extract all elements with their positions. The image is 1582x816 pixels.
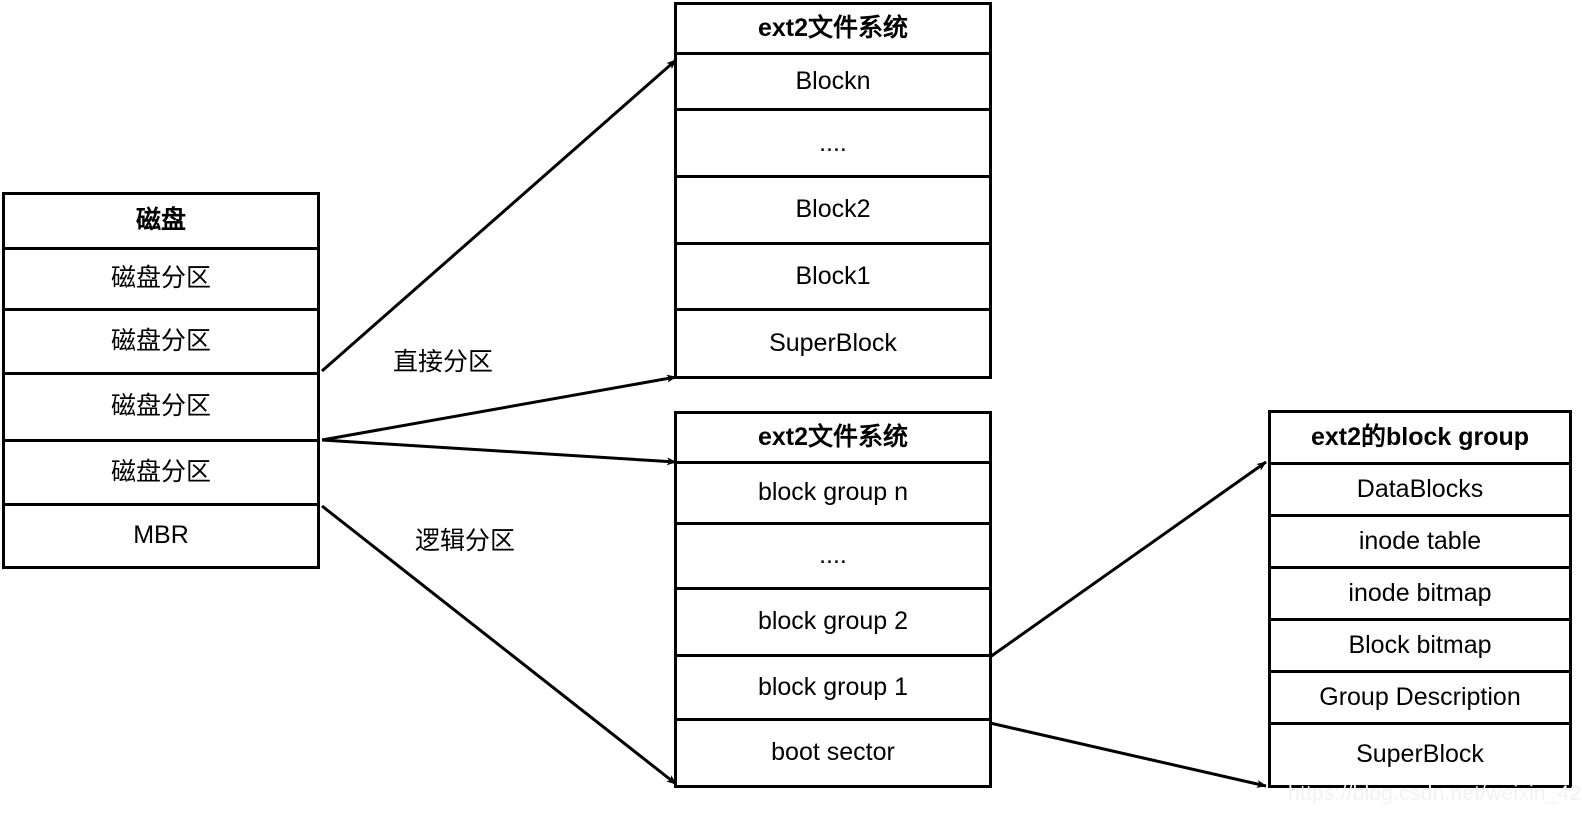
group-description-row: Group Description (1271, 673, 1569, 725)
disk-mbr-row: MBR (5, 506, 317, 566)
disk-partition-row-4: 磁盘分区 (5, 442, 317, 507)
block-group-row-ellipsis: .... (677, 525, 989, 591)
disk-partition-row-3: 磁盘分区 (5, 374, 317, 442)
block-group-detail-header: ext2的block group (1271, 413, 1569, 465)
direct-partition-label: 直接分区 (393, 348, 494, 376)
ext2-block-row-2: Block2 (677, 178, 989, 246)
inode-bitmap-row: inode bitmap (1271, 569, 1569, 621)
ext2-block-row-ellipsis: .... (677, 111, 989, 179)
ext2-block-row-n: Blockn (677, 55, 989, 112)
superblock-row: SuperBlock (1271, 725, 1569, 785)
connector-groups-to-blockgroup-upper (989, 460, 1267, 659)
ext2-groups-box-header: ext2文件系统 (677, 414, 989, 465)
logical-partition-label: 逻辑分区 (415, 527, 516, 555)
ext2-groups-box: ext2文件系统 block group n .... block group … (674, 411, 992, 788)
block-bitmap-row: Block bitmap (1271, 621, 1569, 673)
connector-disk-to-ext2-blocks (321, 58, 677, 373)
disk-box-header: 磁盘 (5, 195, 317, 250)
ext2-block-row-1: Block1 (677, 245, 989, 312)
ext2-superblock-row: SuperBlock (677, 311, 989, 376)
disk-partition-row-1: 磁盘分区 (5, 249, 317, 312)
datablocks-row: DataBlocks (1271, 465, 1569, 517)
block-group-row-n: block group n (677, 464, 989, 526)
ext2-blocks-box-header: ext2文件系统 (677, 5, 989, 56)
connector-groups-to-blockgroup-lower (989, 721, 1267, 788)
disk-box: 磁盘 磁盘分区 磁盘分区 磁盘分区 磁盘分区 MBR (2, 192, 320, 569)
watermark: https://blog.csdn.net/weixin_42523774 (1288, 782, 1582, 805)
block-group-row-2: block group 2 (677, 590, 989, 658)
boot-sector-row: boot sector (677, 721, 989, 785)
inode-table-row: inode table (1271, 517, 1569, 569)
ext2-blocks-box: ext2文件系统 Blockn .... Block2 Block1 Super… (674, 2, 992, 379)
connector-disk-to-ext2-groups (321, 438, 677, 466)
connector-disk-to-ext2-blocks-lower (321, 374, 677, 442)
block-group-row-1: block group 1 (677, 657, 989, 722)
block-group-detail-box: ext2的block group DataBlocks inode table … (1268, 410, 1572, 788)
disk-partition-row-2: 磁盘分区 (5, 311, 317, 375)
